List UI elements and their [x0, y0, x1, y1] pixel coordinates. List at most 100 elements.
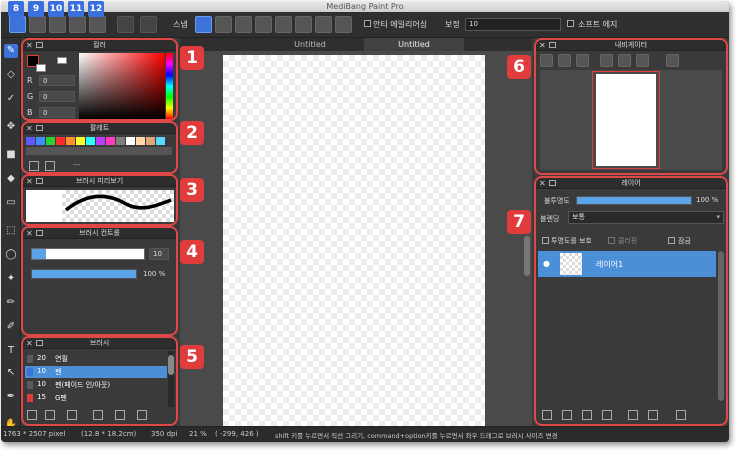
lasso-tool-icon[interactable]: ◯: [4, 248, 18, 262]
palette-swatch[interactable]: [56, 137, 65, 145]
brush-settings-icon[interactable]: [67, 410, 77, 420]
snap-parallel-icon[interactable]: [215, 16, 232, 33]
palette-swatch[interactable]: [76, 137, 85, 145]
new-palette-icon[interactable]: [29, 161, 39, 171]
color-field[interactable]: [79, 53, 165, 119]
upload-icon[interactable]: [29, 16, 46, 33]
channel-b-input[interactable]: 0: [39, 107, 75, 118]
brush-opacity-slider[interactable]: [31, 269, 137, 279]
background-color-swatch[interactable]: [36, 64, 46, 72]
cloud-brush-icon[interactable]: [27, 410, 37, 420]
gradient-tool-icon[interactable]: ▭: [4, 196, 18, 210]
eraser-tool-icon[interactable]: ◇: [4, 68, 18, 82]
select-tool-icon[interactable]: ⬚: [4, 224, 18, 238]
fit-icon[interactable]: [558, 54, 571, 67]
eyedropper-tool-icon[interactable]: ✒: [4, 390, 18, 404]
shape-tool-icon[interactable]: ■: [4, 148, 18, 162]
merge-layer-icon[interactable]: [648, 410, 658, 420]
folder-icon[interactable]: [602, 410, 612, 420]
brush-list-item[interactable]: 10 펜: [25, 366, 167, 378]
cloud-icon[interactable]: [9, 16, 26, 33]
text-tool-icon[interactable]: T: [4, 344, 18, 358]
palette-swatch[interactable]: [156, 137, 165, 145]
undo-icon[interactable]: [117, 16, 134, 33]
layer-scrollbar[interactable]: [718, 251, 724, 401]
layer-opacity-slider[interactable]: [576, 196, 692, 205]
scroll-thumb[interactable]: [718, 251, 724, 401]
brush-size-slider[interactable]: [31, 248, 145, 260]
brush-list-item[interactable]: 10 펜(페이드 인/아웃): [25, 379, 167, 391]
snap-vanish-icon[interactable]: [255, 16, 272, 33]
transparent-swatch[interactable]: [57, 57, 67, 64]
channel-r-input[interactable]: 0: [39, 75, 75, 86]
blend-mode-select[interactable]: 보통 ▾: [568, 211, 724, 224]
palette-swatch[interactable]: [106, 137, 115, 145]
comment-icon[interactable]: [49, 16, 66, 33]
palette-swatch[interactable]: [96, 137, 105, 145]
new-layer-icon[interactable]: [542, 410, 552, 420]
palette-swatch[interactable]: [86, 137, 95, 145]
layer-row[interactable]: ● 레이어1: [538, 251, 716, 277]
brush-list-item[interactable]: 20 연필: [25, 353, 167, 365]
copy-brush-icon[interactable]: [93, 410, 103, 420]
brush-size-input[interactable]: 10: [149, 248, 169, 260]
snap-radial-icon[interactable]: [275, 16, 292, 33]
duplicate-layer-icon[interactable]: [628, 410, 638, 420]
add-layer-icon[interactable]: [582, 410, 592, 420]
rotate-right-icon[interactable]: [636, 54, 649, 67]
brush-list-item[interactable]: 15 G펜: [25, 392, 167, 404]
grid-icon[interactable]: [89, 16, 106, 33]
add-brush-icon[interactable]: [45, 410, 55, 420]
document-tab[interactable]: Untitled: [260, 38, 360, 51]
zoom-out-icon[interactable]: [576, 54, 589, 67]
palette-swatch[interactable]: [146, 137, 155, 145]
redo-icon[interactable]: [140, 16, 157, 33]
wand-tool-icon[interactable]: ✦: [4, 272, 18, 286]
document-tab-active[interactable]: Untitled: [364, 38, 464, 51]
hue-slider[interactable]: [166, 53, 173, 119]
palette-swatch[interactable]: [136, 137, 145, 145]
correction-select[interactable]: 10: [465, 18, 561, 31]
palette-swatch[interactable]: [66, 137, 75, 145]
dot-tool-icon[interactable]: ✓: [4, 92, 18, 106]
navigator-viewport-frame[interactable]: [592, 71, 660, 169]
flip-icon[interactable]: [666, 54, 679, 67]
soft-edge-checkbox[interactable]: [567, 20, 574, 27]
visibility-icon[interactable]: ●: [543, 259, 550, 268]
lock-checkbox[interactable]: [668, 237, 675, 244]
move-tool-icon[interactable]: ✥: [4, 120, 18, 134]
palette-swatch[interactable]: [26, 137, 35, 145]
antialias-checkbox[interactable]: [364, 20, 371, 27]
reset-icon[interactable]: [618, 54, 631, 67]
select-pen-icon[interactable]: ✏: [4, 296, 18, 310]
trash-icon[interactable]: [45, 161, 55, 171]
protect-alpha-checkbox[interactable]: [542, 237, 549, 244]
snap-cross-icon[interactable]: [235, 16, 252, 33]
select-eraser-icon[interactable]: ✐: [4, 320, 18, 334]
navigator-view[interactable]: [540, 70, 722, 170]
folder-icon[interactable]: [115, 410, 125, 420]
snap-circle-icon[interactable]: [295, 16, 312, 33]
brush-list-scrollbar[interactable]: [168, 351, 174, 407]
clipping-checkbox[interactable]: [608, 237, 615, 244]
fill-tool-icon[interactable]: ◆: [4, 172, 18, 186]
palette-swatch[interactable]: [126, 137, 135, 145]
rotate-left-icon[interactable]: [600, 54, 613, 67]
channel-g-input[interactable]: 0: [39, 91, 75, 102]
snap-off-icon[interactable]: [195, 16, 212, 33]
new-halftone-layer-icon[interactable]: [562, 410, 572, 420]
palette-swatch[interactable]: [36, 137, 45, 145]
palette-swatch[interactable]: [46, 137, 55, 145]
canvas[interactable]: [223, 55, 485, 427]
duplicate-icon[interactable]: [137, 410, 147, 420]
vertical-scroll-thumb[interactable]: [524, 236, 530, 276]
snap-settings-icon[interactable]: [335, 16, 352, 33]
palette-swatch[interactable]: [116, 137, 125, 145]
zoom-in-icon[interactable]: [540, 54, 553, 67]
scroll-thumb[interactable]: [168, 355, 174, 375]
trash-icon[interactable]: [676, 410, 686, 420]
snap-curve-icon[interactable]: [315, 16, 332, 33]
team-icon[interactable]: [69, 16, 86, 33]
operation-tool-icon[interactable]: ↖: [4, 366, 18, 380]
brush-tool-icon[interactable]: ✎: [4, 44, 18, 58]
